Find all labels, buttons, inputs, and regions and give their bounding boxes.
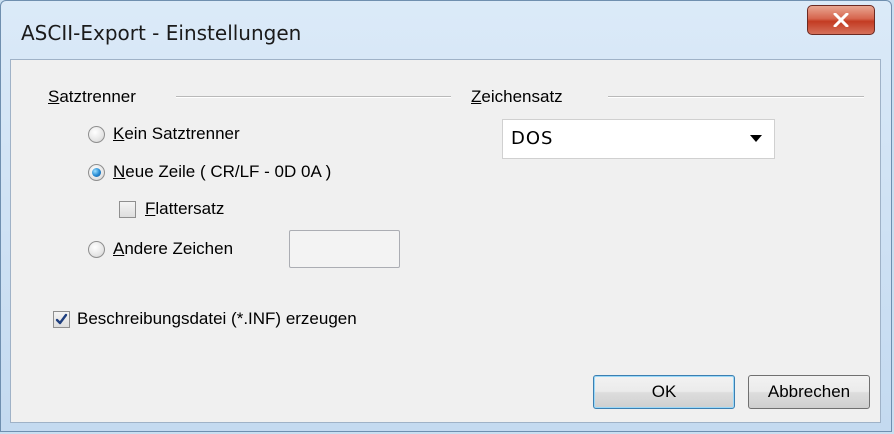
description-file-checkbox[interactable]: [53, 311, 70, 328]
chevron-down-icon[interactable]: [750, 135, 762, 142]
radio-new-line[interactable]: [88, 164, 105, 181]
other-chars-input[interactable]: [289, 230, 400, 268]
dialog-window: ASCII-Export - Einstellungen Satztrenner…: [0, 0, 892, 432]
flattersatz-label[interactable]: Flattersatz: [145, 199, 224, 219]
radio-no-separator-label[interactable]: Kein Satztrenner: [113, 124, 240, 144]
charset-select[interactable]: DOS: [502, 119, 775, 159]
window-title: ASCII-Export - Einstellungen: [21, 21, 302, 45]
record-separator-group-label: Satztrenner: [48, 87, 136, 106]
charset-divider: [608, 96, 864, 98]
record-separator-divider: [176, 96, 451, 98]
cancel-button[interactable]: Abbrechen: [748, 375, 870, 409]
title-bar[interactable]: ASCII-Export - Einstellungen: [1, 1, 891, 59]
description-file-label[interactable]: Beschreibungsdatei (*.INF) erzeugen: [77, 309, 357, 329]
close-button[interactable]: [807, 5, 875, 35]
charset-selected-value: DOS: [511, 128, 554, 149]
dialog-client-area: Satztrenner Kein Satztrenner Neue Zeile …: [10, 59, 881, 423]
radio-other-chars-label[interactable]: Andere Zeichen: [113, 239, 233, 259]
charset-group-label: Zeichensatz: [471, 87, 563, 106]
radio-selected-dot: [92, 168, 101, 177]
close-icon: [833, 13, 849, 27]
ok-button[interactable]: OK: [593, 375, 735, 409]
flattersatz-checkbox[interactable]: [119, 201, 136, 218]
radio-other-chars[interactable]: [88, 241, 105, 258]
radio-new-line-label[interactable]: Neue Zeile ( CR/LF - 0D 0A ): [113, 162, 331, 182]
checkmark-icon: [55, 313, 68, 325]
radio-no-separator[interactable]: [88, 126, 105, 143]
